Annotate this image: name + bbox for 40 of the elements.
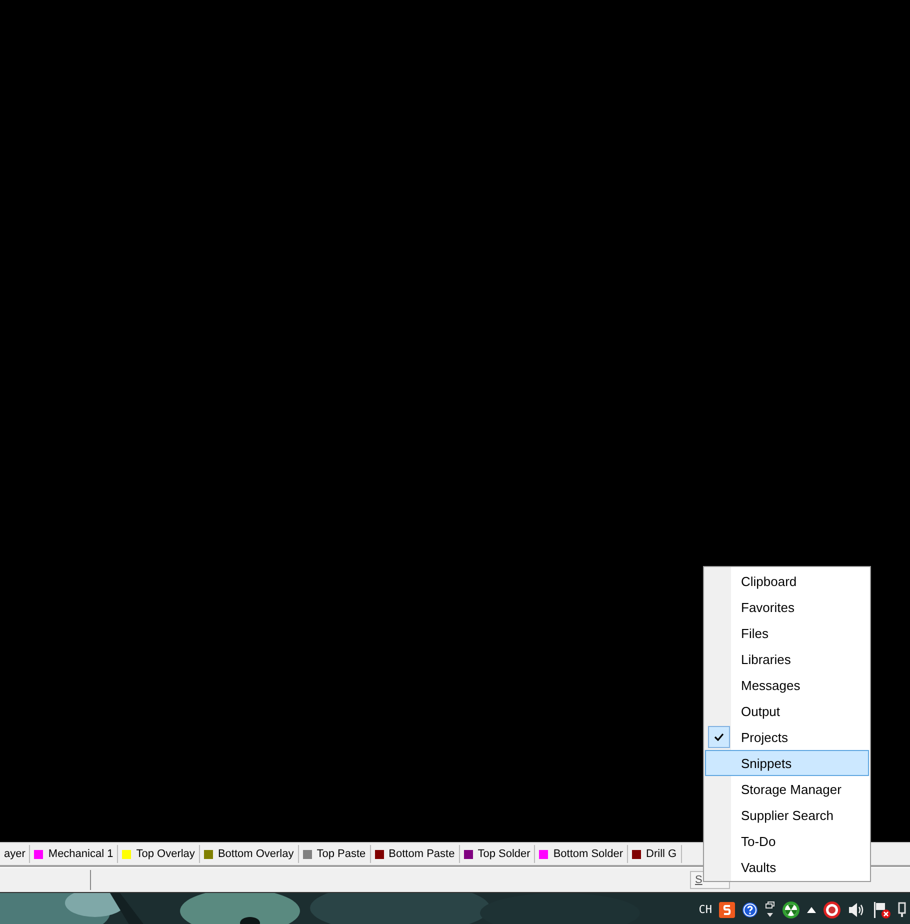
menu-item[interactable]: Libraries xyxy=(705,646,869,672)
language-indicator[interactable]: CH xyxy=(698,903,712,916)
show-hidden-icons-arrow-icon[interactable] xyxy=(807,906,816,912)
layer-tab[interactable]: ayer xyxy=(0,845,30,863)
layer-tab-label: Mechanical 1 xyxy=(48,848,114,860)
layer-tab-label: ayer xyxy=(4,848,26,860)
radiation-icon[interactable] xyxy=(782,900,800,918)
layer-tab[interactable]: Bottom Solder xyxy=(535,845,628,863)
layer-tab-label: Bottom Overlay xyxy=(218,848,294,860)
layer-tab[interactable]: Bottom Paste xyxy=(370,845,460,863)
menu-item[interactable]: Clipboard xyxy=(705,568,869,594)
layer-tab-label: Bottom Paste xyxy=(388,848,455,860)
menu-item[interactable]: Files xyxy=(705,620,869,646)
speaker-icon[interactable] xyxy=(848,902,866,918)
menu-item[interactable]: Storage Manager xyxy=(705,776,869,802)
menu-item[interactable]: Messages xyxy=(705,672,869,698)
menu-item[interactable]: Snippets xyxy=(705,750,869,776)
layer-tab[interactable]: Drill G xyxy=(628,845,682,863)
layer-tab-label: Top Solder xyxy=(478,848,530,860)
help-icon[interactable] xyxy=(742,902,758,918)
menu-item[interactable]: Favorites xyxy=(705,594,869,620)
menu-item[interactable]: Projects xyxy=(705,724,869,750)
window-icon[interactable] xyxy=(765,900,775,918)
layer-tab-label: Top Paste xyxy=(316,848,366,860)
layer-tab-label: Top Overlay xyxy=(136,848,195,860)
menu-item[interactable]: Supplier Search xyxy=(705,802,869,828)
menu-item[interactable]: Output xyxy=(705,698,869,724)
network-icon[interactable] xyxy=(898,900,908,918)
layer-tab[interactable]: Top Solder xyxy=(460,845,536,863)
shield-icon[interactable] xyxy=(823,900,841,918)
layer-tab[interactable]: Mechanical 1 xyxy=(30,845,118,863)
input-method-icon[interactable] xyxy=(719,902,735,918)
layer-tab[interactable]: Bottom Overlay xyxy=(200,845,299,863)
layer-tab[interactable]: Top Overlay xyxy=(118,845,200,863)
flag-icon[interactable] xyxy=(873,900,891,918)
layer-tab[interactable]: Top Paste xyxy=(298,845,371,863)
menu-item[interactable]: To-Do xyxy=(705,828,869,854)
layer-tab-label: Bottom Solder xyxy=(553,848,624,860)
layer-tab-label: Drill G xyxy=(646,848,677,860)
menu-item[interactable]: Vaults xyxy=(705,854,869,880)
